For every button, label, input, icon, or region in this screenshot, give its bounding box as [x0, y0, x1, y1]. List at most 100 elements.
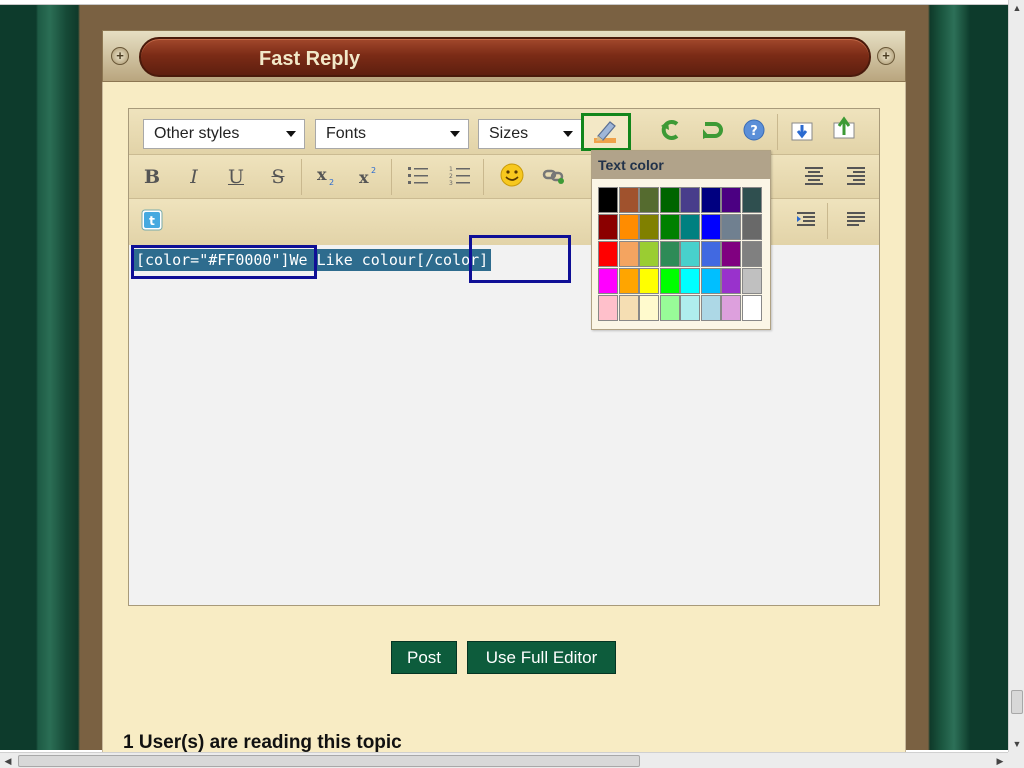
- readers-heading: 1 User(s) are reading this topic: [123, 732, 402, 753]
- color-swatch[interactable]: [721, 214, 741, 240]
- color-swatch[interactable]: [639, 187, 659, 213]
- import-icon[interactable]: [787, 117, 817, 147]
- text-color-button[interactable]: [581, 113, 631, 151]
- color-swatch[interactable]: [680, 268, 700, 294]
- color-swatch[interactable]: [721, 241, 741, 267]
- panel-title: Fast Reply: [259, 48, 361, 70]
- color-swatch[interactable]: [598, 187, 618, 213]
- svg-text:x: x: [317, 165, 327, 184]
- strikethrough-button[interactable]: S: [263, 162, 293, 192]
- vertical-scroll-thumb[interactable]: [1011, 690, 1023, 714]
- color-swatch[interactable]: [741, 241, 762, 267]
- twitter-icon[interactable]: t: [137, 207, 167, 237]
- color-swatch[interactable]: [741, 295, 762, 321]
- color-swatch[interactable]: [700, 187, 721, 213]
- emoticon-icon[interactable]: [497, 162, 527, 192]
- right-pillar-decoration: [928, 5, 1008, 750]
- styles-select-value: Other styles: [154, 125, 240, 142]
- color-swatch[interactable]: [721, 268, 741, 294]
- align-center-icon[interactable]: [799, 162, 829, 192]
- scroll-up-icon[interactable]: ▲: [1009, 0, 1024, 16]
- scroll-down-icon[interactable]: ▼: [1009, 736, 1024, 752]
- export-icon[interactable]: [829, 115, 859, 145]
- color-swatch[interactable]: [659, 295, 680, 321]
- color-swatch[interactable]: [659, 187, 680, 213]
- scrollbar-corner: [1008, 752, 1024, 768]
- numbered-list-icon[interactable]: 123: [445, 162, 475, 192]
- add-icon[interactable]: +: [877, 47, 895, 65]
- color-swatch[interactable]: [700, 268, 721, 294]
- superscript-icon[interactable]: x2: [353, 162, 383, 192]
- color-swatch[interactable]: [618, 214, 639, 240]
- indent-icon[interactable]: [791, 207, 821, 237]
- underline-button[interactable]: U: [221, 162, 251, 192]
- highlight-close-tag-box: [469, 235, 571, 283]
- svg-text:t: t: [149, 214, 155, 228]
- fast-reply-titlebar: + Fast Reply +: [102, 30, 906, 82]
- toolbar-separator: [827, 203, 828, 239]
- color-swatch[interactable]: [700, 214, 721, 240]
- svg-text:2: 2: [449, 173, 453, 180]
- editor-toolbar-row-1: Other styles Fonts Sizes ?: [129, 109, 879, 155]
- chevron-down-icon: [286, 131, 296, 137]
- use-full-editor-button[interactable]: Use Full Editor: [467, 641, 616, 674]
- styles-select[interactable]: Other styles: [143, 119, 305, 149]
- color-swatch[interactable]: [639, 241, 659, 267]
- toolbar-separator: [777, 114, 778, 150]
- color-swatch[interactable]: [659, 268, 680, 294]
- svg-text:1: 1: [449, 166, 453, 173]
- color-swatch[interactable]: [598, 241, 618, 267]
- color-swatch[interactable]: [680, 241, 700, 267]
- vertical-scrollbar[interactable]: ▲ ▼: [1008, 0, 1024, 752]
- color-swatch[interactable]: [618, 268, 639, 294]
- toolbar-separator: [391, 159, 392, 195]
- color-swatch[interactable]: [680, 295, 700, 321]
- help-icon[interactable]: ?: [739, 117, 769, 147]
- color-swatch[interactable]: [618, 187, 639, 213]
- fonts-select[interactable]: Fonts: [315, 119, 469, 149]
- toolbar-separator: [483, 159, 484, 195]
- color-swatch[interactable]: [680, 187, 700, 213]
- color-swatch[interactable]: [618, 295, 639, 321]
- italic-button[interactable]: I: [179, 162, 209, 192]
- color-swatch[interactable]: [741, 187, 762, 213]
- svg-text:2: 2: [329, 178, 334, 187]
- horizontal-scrollbar[interactable]: ◀ ▶: [0, 752, 1008, 768]
- svg-text:3: 3: [449, 180, 453, 187]
- color-swatch[interactable]: [721, 295, 741, 321]
- color-swatch[interactable]: [618, 241, 639, 267]
- color-swatch[interactable]: [741, 214, 762, 240]
- color-swatch[interactable]: [598, 268, 618, 294]
- align-right-icon[interactable]: [841, 162, 871, 192]
- bullet-list-icon[interactable]: [403, 162, 433, 192]
- color-swatch[interactable]: [598, 295, 618, 321]
- color-swatch[interactable]: [639, 295, 659, 321]
- undo-icon[interactable]: [655, 117, 685, 147]
- toolbar-separator: [301, 159, 302, 195]
- redo-icon[interactable]: [697, 117, 727, 147]
- color-swatch[interactable]: [700, 295, 721, 321]
- svg-text:?: ?: [750, 124, 758, 139]
- link-icon[interactable]: [539, 162, 569, 192]
- justify-icon[interactable]: [841, 207, 871, 237]
- post-button[interactable]: Post: [391, 641, 457, 674]
- color-swatch[interactable]: [680, 214, 700, 240]
- color-swatch[interactable]: [700, 241, 721, 267]
- color-swatch[interactable]: [659, 214, 680, 240]
- color-swatch[interactable]: [721, 187, 741, 213]
- color-swatch[interactable]: [741, 268, 762, 294]
- color-swatch[interactable]: [639, 214, 659, 240]
- scroll-left-icon[interactable]: ◀: [0, 753, 16, 768]
- horizontal-scroll-thumb[interactable]: [18, 755, 640, 767]
- bold-button[interactable]: B: [137, 162, 167, 192]
- color-swatch[interactable]: [659, 241, 680, 267]
- scroll-right-icon[interactable]: ▶: [992, 753, 1008, 768]
- left-pillar-decoration: [0, 5, 80, 750]
- text-color-icon: [594, 121, 616, 143]
- sizes-select-value: Sizes: [489, 125, 529, 142]
- color-swatch[interactable]: [598, 214, 618, 240]
- add-icon[interactable]: +: [111, 47, 129, 65]
- subscript-icon[interactable]: x2: [311, 162, 341, 192]
- sizes-select[interactable]: Sizes: [478, 119, 582, 149]
- color-swatch[interactable]: [639, 268, 659, 294]
